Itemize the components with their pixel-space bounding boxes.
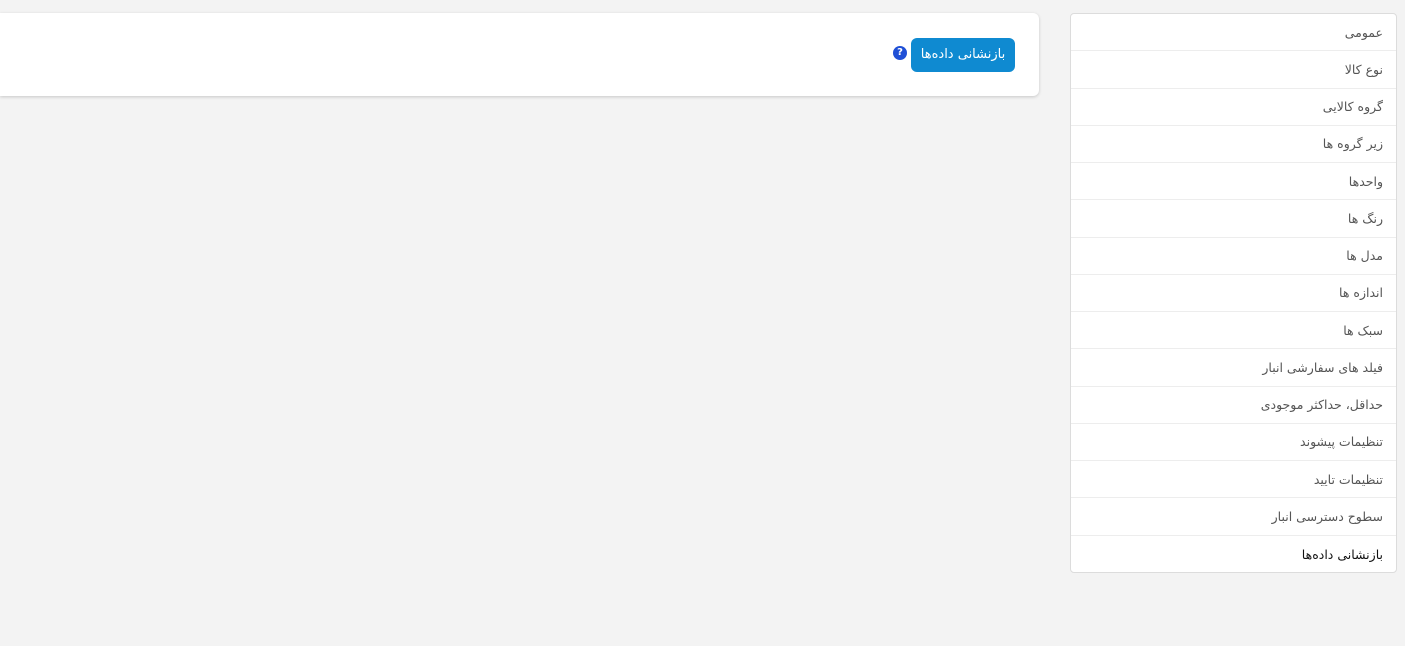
sidebar-item-product-type[interactable]: نوع کالا <box>1071 51 1396 89</box>
settings-menu-list: عمومی نوع کالا گروه کالایی زیر گروه ها و… <box>1071 14 1396 573</box>
sidebar-item-prefix-settings[interactable]: تنظیمات پیشوند <box>1071 424 1396 461</box>
sidebar-item-styles[interactable]: سبک ها <box>1071 312 1396 350</box>
sidebar-item-min-max-stock[interactable]: حداقل، حداکثر موجودی <box>1071 387 1396 424</box>
settings-page: ? بازنشانی داده‌ها عمومی نوع کالا گروه ک… <box>0 0 1405 646</box>
sidebar-item-sizes[interactable]: اندازه ها <box>1071 275 1396 312</box>
sidebar-item-access-levels[interactable]: سطوح دسترسی انبار <box>1071 498 1396 536</box>
reset-data-panel: ? بازنشانی داده‌ها <box>0 13 1039 96</box>
sidebar-item-units[interactable]: واحدها <box>1071 163 1396 201</box>
sidebar-item-product-group[interactable]: گروه کالایی <box>1071 89 1396 126</box>
help-icon[interactable]: ? <box>893 46 907 60</box>
sidebar-item-reset-data[interactable]: بازنشانی داده‌ها <box>1071 536 1396 573</box>
sidebar-item-models[interactable]: مدل ها <box>1071 238 1396 275</box>
sidebar-item-general[interactable]: عمومی <box>1071 14 1396 52</box>
sidebar-item-subgroups[interactable]: زیر گروه ها <box>1071 126 1396 163</box>
reset-data-button[interactable]: بازنشانی داده‌ها <box>911 38 1015 72</box>
sidebar-item-approval-settings[interactable]: تنظیمات تایید <box>1071 461 1396 499</box>
sidebar-item-custom-fields[interactable]: فیلد های سفارشی انبار <box>1071 349 1396 387</box>
settings-sidebar: عمومی نوع کالا گروه کالایی زیر گروه ها و… <box>1070 13 1397 573</box>
sidebar-item-colors[interactable]: رنگ ها <box>1071 200 1396 238</box>
